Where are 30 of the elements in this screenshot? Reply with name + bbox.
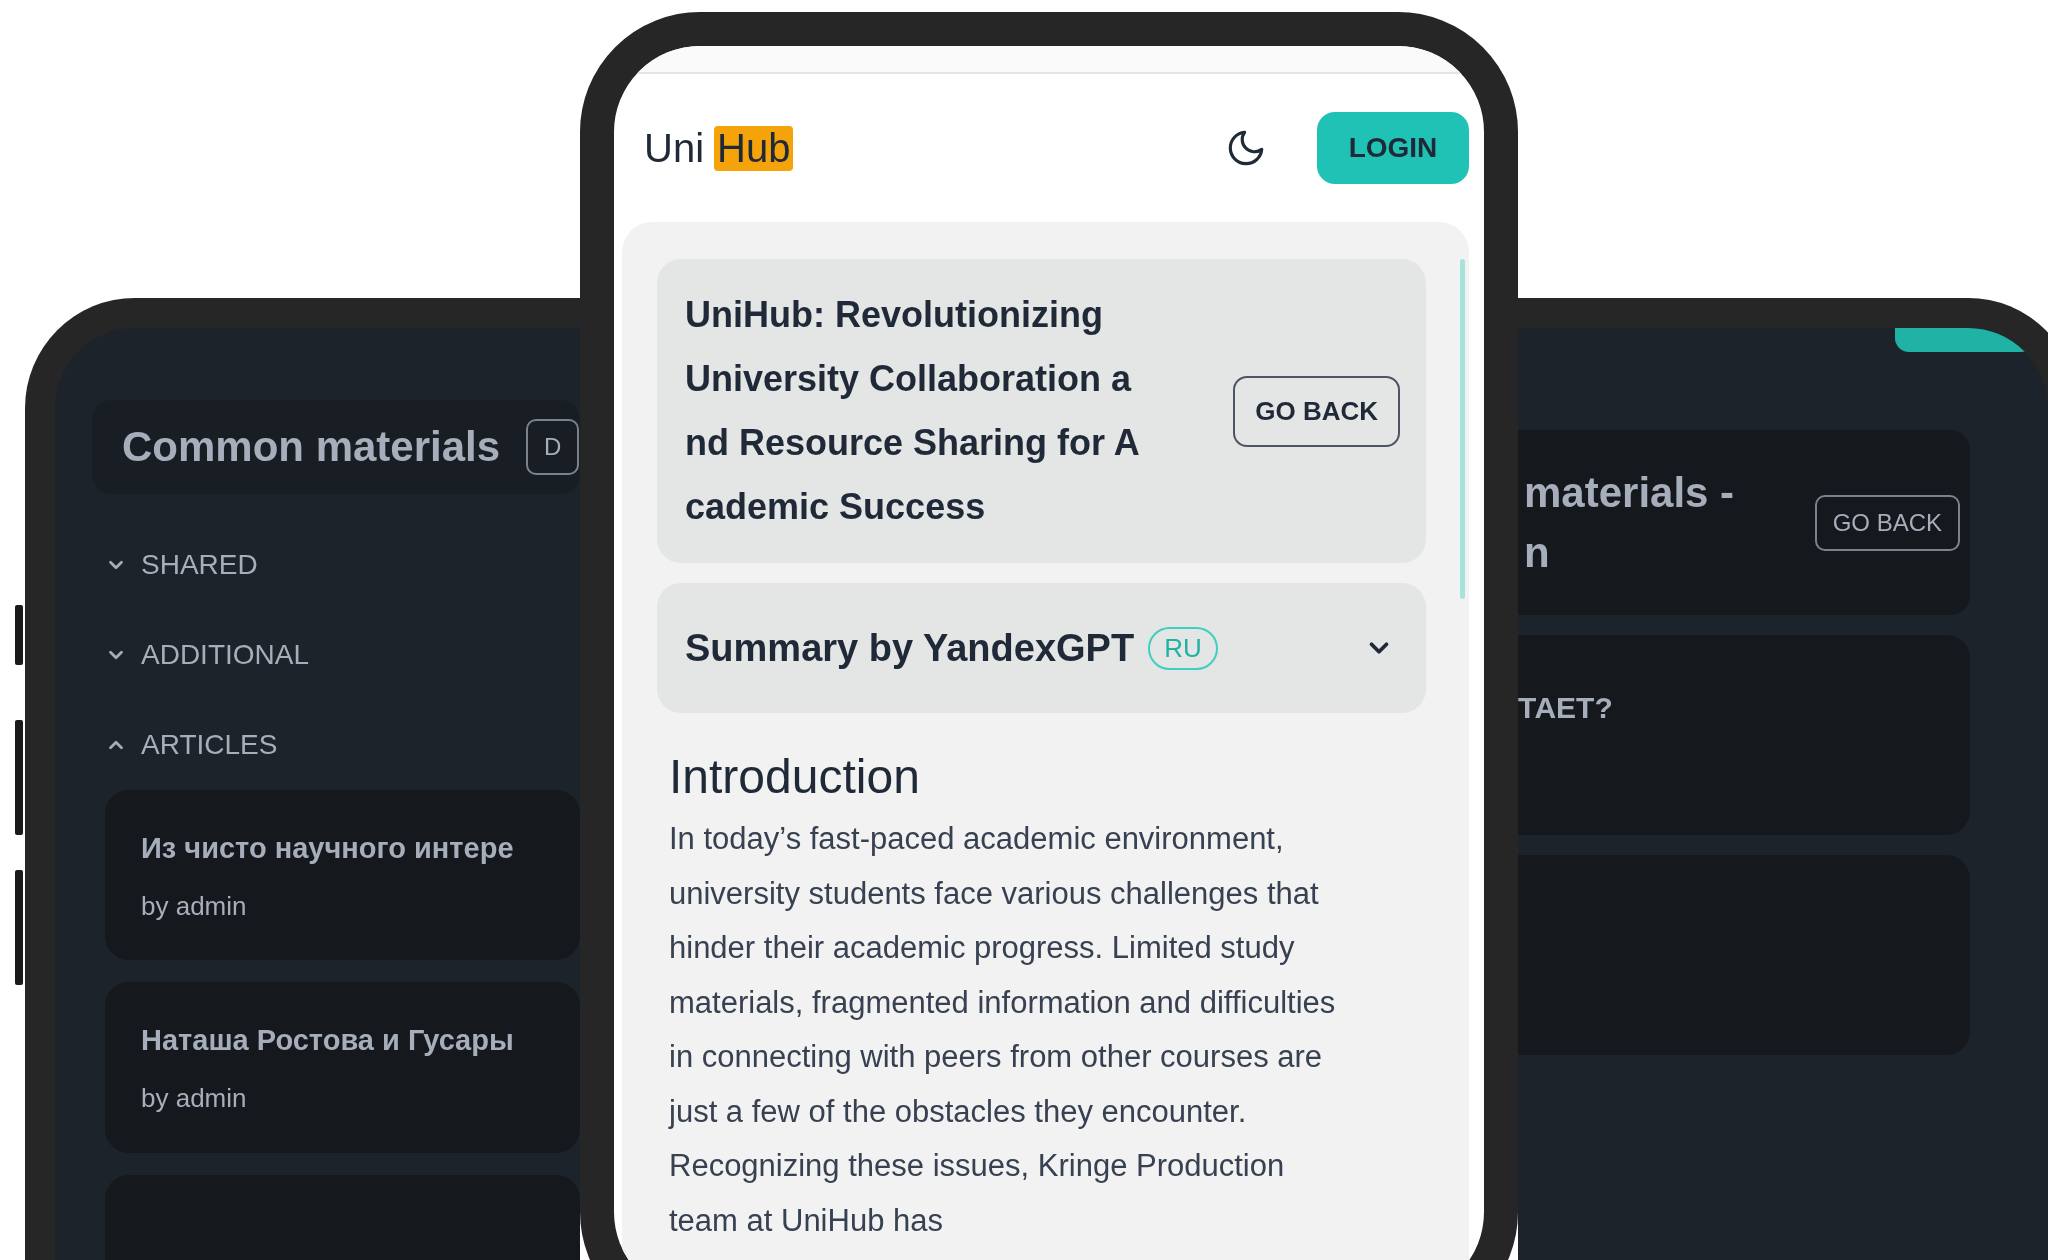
page-title: Common materials: [122, 422, 501, 471]
language-badge: RU: [1148, 626, 1218, 670]
summary-title: Summary by YandexGPT: [685, 626, 1135, 670]
article-title: Наташа Ростова и Гусары: [141, 1024, 515, 1058]
logo-text: Uni: [644, 125, 705, 171]
article-card[interactable]: ТАЕТ?: [1518, 635, 1970, 835]
login-button[interactable]: LOGIN: [1317, 112, 1469, 184]
logo-highlight: Hub: [714, 125, 794, 171]
scrollbar-thumb[interactable]: [1460, 259, 1465, 599]
page-title: materials -: [1523, 467, 1735, 518]
section-toggle[interactable]: SHARED: [141, 548, 258, 581]
article-author: by admin: [141, 890, 248, 922]
section-paragraph: In today’s fast-paced academic environment, university students face various challenges that hinder their academic progress. Limited study materials, fragmented information and difficulties in connecting with peers from other courses are just a few of the obstacles they encounter. Recognizing these issues, Kringe Production team at UniHub has: [669, 820, 1337, 1240]
summary-accordion[interactable]: Summary by YandexGPT RU: [657, 583, 1426, 713]
article-card[interactable]: Наташа Ростова и Гусары by admin: [105, 982, 580, 1154]
section-toggle[interactable]: ARTICLES: [141, 728, 278, 761]
section-heading: Introduction: [669, 749, 921, 804]
go-back-button[interactable]: GO BACK: [1814, 494, 1960, 551]
phone-side-key: [15, 605, 23, 665]
article-title: cademic Success: [685, 485, 987, 529]
article-title: nd Resource Sharing for A: [685, 421, 1141, 465]
article-title: UniHub: Revolutionizing: [685, 293, 1104, 337]
article-title: University Collaboration a: [685, 357, 1133, 401]
article-card[interactable]: Из чисто научного интере by admin: [105, 789, 580, 961]
page-title: n: [1523, 527, 1551, 578]
section-toggle[interactable]: ADDITIONAL: [141, 638, 310, 671]
article-author: by admin: [141, 1083, 248, 1115]
article-title: Из чисто научного интере: [141, 831, 515, 865]
article-title: ТАЕТ?: [1518, 691, 1613, 724]
go-back-button[interactable]: GO BACK: [1233, 375, 1400, 447]
